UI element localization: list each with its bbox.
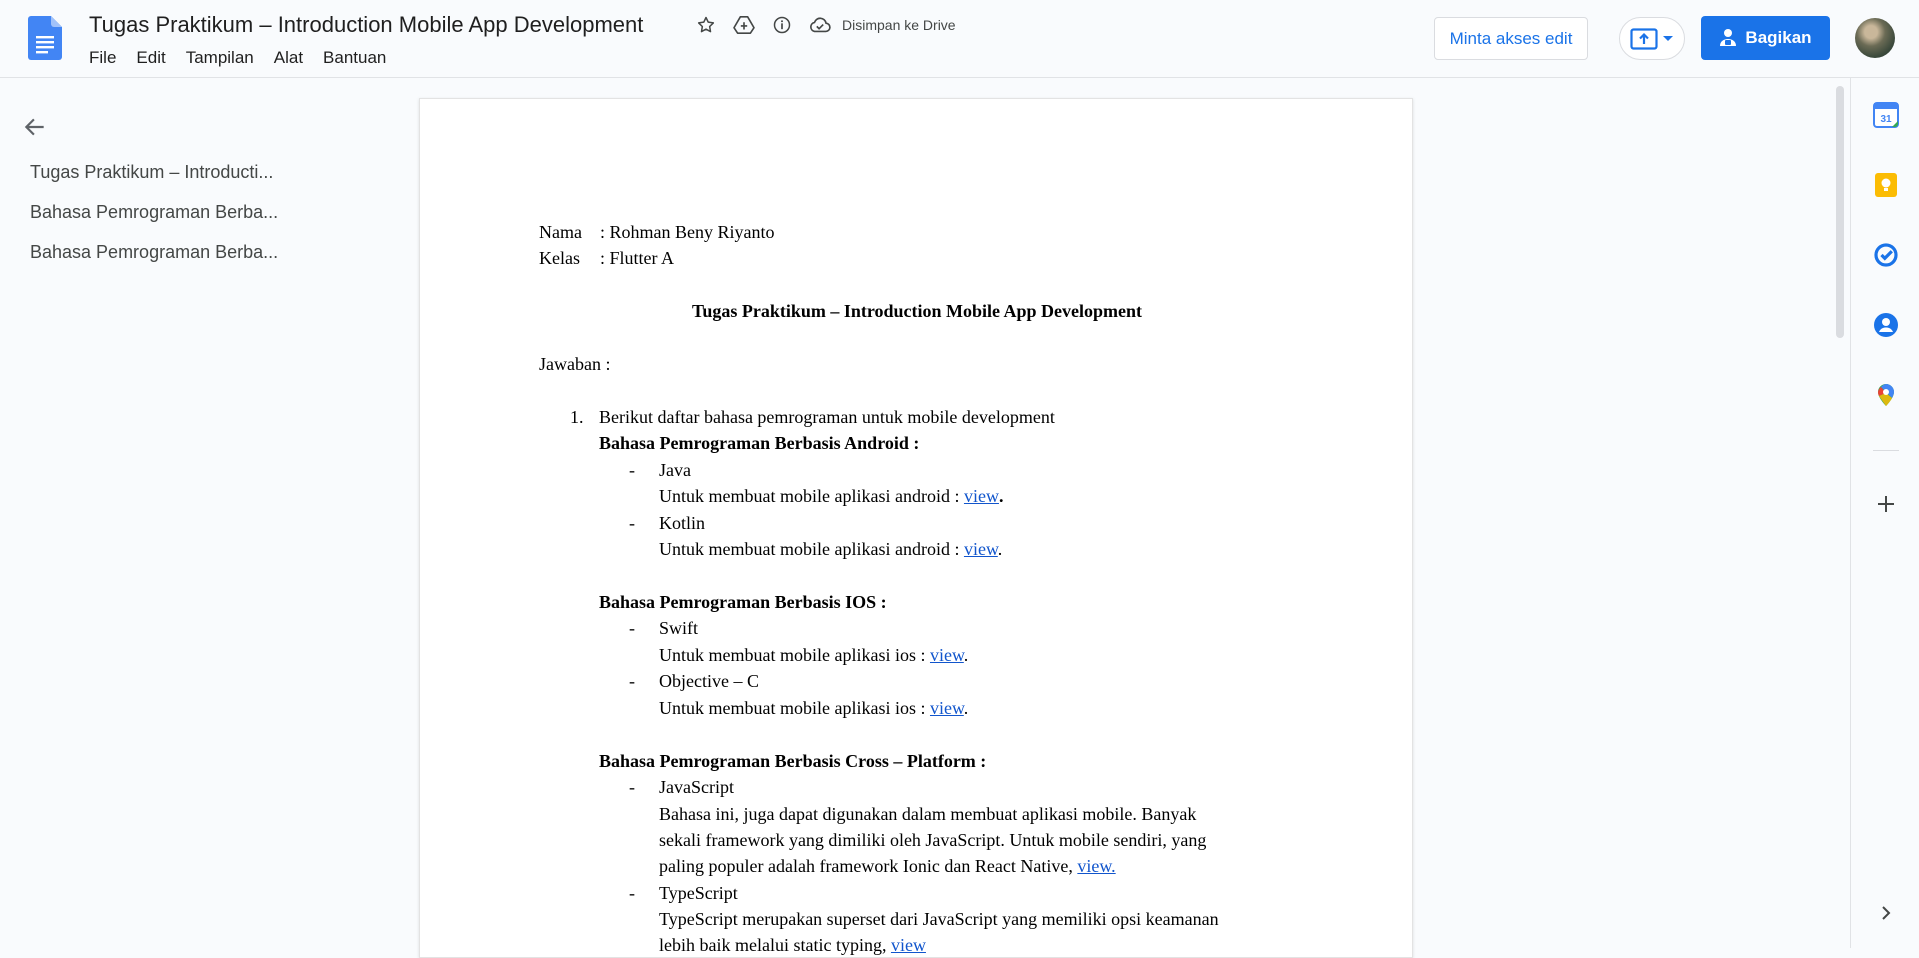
star-icon[interactable] (694, 13, 718, 37)
swift-label: Swift (659, 618, 699, 638)
avatar[interactable] (1855, 18, 1895, 58)
present-icon (1630, 27, 1658, 50)
android-heading: Bahasa Pemrograman Berbasis Android : (599, 433, 920, 453)
swift-view-link[interactable]: view (930, 645, 964, 665)
document-page[interactable]: Nama : Rohman Beny Riyanto Kelas : Flutt… (419, 98, 1413, 958)
plus-icon[interactable] (1873, 491, 1899, 517)
svg-text:31: 31 (1880, 114, 1892, 125)
cloud-saved-icon[interactable] (808, 13, 832, 37)
list-item-text: Berikut daftar bahasa pemrograman untuk … (599, 407, 1055, 427)
info-icon[interactable] (770, 13, 794, 37)
javascript-desc-text: paling populer adalah framework Ionic da… (659, 856, 1078, 876)
kotlin-description: Untuk membuat mobile aplikasi android : … (659, 539, 1002, 560)
typescript-desc-line: TypeScript merupakan superset dari JavaS… (659, 909, 1219, 929)
javascript-view-link[interactable]: view. (1077, 856, 1115, 876)
move-to-drive-icon[interactable] (732, 13, 756, 37)
objc-period: . (963, 698, 969, 718)
scrollbar-thumb[interactable] (1836, 86, 1844, 338)
kotlin-view-link[interactable]: view (964, 539, 998, 559)
typescript-view-link[interactable]: view (891, 935, 926, 955)
outline-item-android[interactable]: Bahasa Pemrograman Berba... (30, 202, 308, 223)
contacts-icon[interactable] (1873, 312, 1899, 338)
tasks-icon[interactable] (1873, 242, 1899, 268)
name-value: : Rohman Beny Riyanto (600, 222, 775, 242)
list-number: 1. (570, 407, 584, 427)
menu-view[interactable]: Tampilan (176, 48, 264, 68)
objc-label: Objective – C (659, 671, 759, 691)
menu-bar: File Edit Tampilan Alat Bantuan (89, 48, 396, 68)
bullet-dash: - (629, 777, 635, 797)
title-actions: Disimpan ke Drive (694, 13, 956, 37)
menu-file[interactable]: File (89, 48, 126, 68)
chevron-right-icon[interactable] (1873, 900, 1899, 926)
back-arrow-icon[interactable] (22, 114, 48, 140)
outline-item-ios[interactable]: Bahasa Pemrograman Berba... (30, 242, 308, 263)
chevron-down-icon (1663, 35, 1673, 41)
answer-label: Jawaban : (539, 354, 611, 374)
javascript-desc-line: sekali framework yang dimiliki oleh Java… (659, 830, 1207, 850)
menu-tools[interactable]: Alat (264, 48, 313, 68)
bullet-dash: - (629, 883, 635, 903)
java-label: Java (659, 460, 691, 480)
maps-icon[interactable] (1873, 382, 1899, 408)
side-panel: 31 (1850, 78, 1919, 948)
kotlin-desc-text: Untuk membuat mobile aplikasi android : (659, 539, 964, 559)
javascript-label: JavaScript (659, 777, 734, 797)
cross-platform-heading: Bahasa Pemrograman Berbasis Cross – Plat… (599, 751, 987, 771)
calendar-icon[interactable]: 31 (1873, 102, 1899, 128)
javascript-desc-line: paling populer adalah framework Ionic da… (659, 856, 1116, 877)
kotlin-period: . (997, 539, 1003, 559)
document-heading: Tugas Praktikum – Introduction Mobile Ap… (691, 301, 1143, 321)
objc-desc-text: Untuk membuat mobile aplikasi ios : (659, 698, 930, 718)
objc-description: Untuk membuat mobile aplikasi ios : view… (659, 698, 968, 719)
swift-description: Untuk membuat mobile aplikasi ios : view… (659, 645, 968, 666)
class-label: Kelas (539, 248, 580, 268)
java-description: Untuk membuat mobile aplikasi android : … (659, 486, 1003, 507)
document-title[interactable]: Tugas Praktikum – Introduction Mobile Ap… (89, 12, 643, 38)
top-bar: Tugas Praktikum – Introduction Mobile Ap… (0, 0, 1919, 78)
keep-icon[interactable] (1873, 172, 1899, 198)
menu-help[interactable]: Bantuan (313, 48, 396, 68)
document-outline: Tugas Praktikum – Introducti... Bahasa P… (0, 78, 335, 948)
objc-view-link[interactable]: view (930, 698, 964, 718)
outline-item-title[interactable]: Tugas Praktikum – Introducti... (30, 162, 308, 183)
swift-period: . (963, 645, 969, 665)
kotlin-label: Kotlin (659, 513, 706, 533)
typescript-desc-line: lebih baik melalui static typing, view (659, 935, 926, 956)
typescript-label: TypeScript (659, 883, 738, 903)
ios-heading: Bahasa Pemrograman Berbasis IOS : (599, 592, 887, 612)
javascript-desc-line: Bahasa ini, juga dapat digunakan dalam m… (659, 804, 1197, 824)
typescript-desc-text: lebih baik melalui static typing, (659, 935, 891, 955)
bullet-dash: - (629, 460, 635, 480)
swift-desc-text: Untuk membuat mobile aplikasi ios : (659, 645, 930, 665)
bullet-dash: - (629, 618, 635, 638)
saved-status[interactable]: Disimpan ke Drive (842, 17, 956, 33)
class-value: : Flutter A (600, 248, 675, 268)
java-desc-text: Untuk membuat mobile aplikasi android : (659, 486, 964, 506)
present-button[interactable] (1619, 17, 1685, 60)
name-label: Nama (539, 222, 582, 242)
share-label: Bagikan (1745, 28, 1812, 47)
request-edit-access-button[interactable]: Minta akses edit (1434, 17, 1588, 60)
side-panel-divider (1873, 450, 1899, 451)
java-period: . (998, 486, 1004, 506)
share-person-icon (1720, 29, 1737, 46)
share-button[interactable]: Bagikan (1701, 16, 1830, 60)
bullet-dash: - (629, 513, 635, 533)
docs-logo-icon[interactable] (28, 16, 62, 60)
java-view-link[interactable]: view (964, 486, 999, 506)
menu-edit[interactable]: Edit (126, 48, 175, 68)
bullet-dash: - (629, 671, 635, 691)
